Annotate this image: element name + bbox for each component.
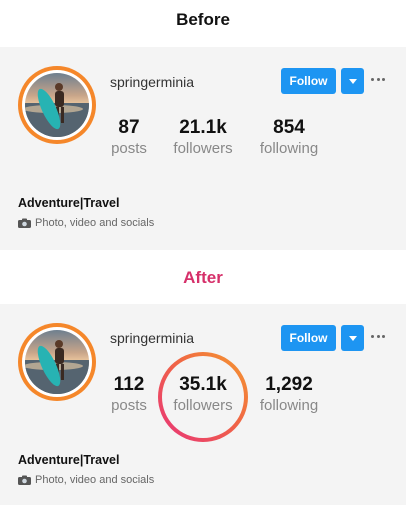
username[interactable]: springerminia <box>110 330 194 346</box>
avatar-photo <box>25 73 89 137</box>
stat-following[interactable]: 1,292 following <box>249 374 329 415</box>
stat-label: posts <box>111 140 147 157</box>
avatar[interactable] <box>18 66 96 144</box>
stat-followers[interactable]: 21.1k followers <box>163 117 243 158</box>
stat-label: followers <box>173 397 233 414</box>
stat-followers[interactable]: 35.1k followers <box>163 374 243 415</box>
chevron-down-icon <box>348 335 357 341</box>
bio-text: Photo, video and socials <box>35 474 155 486</box>
stat-label: following <box>259 140 319 157</box>
follow-button[interactable]: Follow <box>281 325 336 351</box>
stat-label: followers <box>173 140 233 157</box>
follow-options-button[interactable] <box>341 325 364 351</box>
bio-text: Photo, video and socials <box>35 217 155 229</box>
stat-value: 854 <box>273 117 305 138</box>
follow-options-button[interactable] <box>341 68 364 94</box>
bio-line: Photo, video and socials <box>18 473 154 487</box>
follow-button[interactable]: Follow <box>281 68 336 94</box>
username[interactable]: springerminia <box>110 74 194 90</box>
stat-value: 35.1k <box>179 374 227 395</box>
after-heading: After <box>183 268 223 287</box>
stat-label: following <box>259 397 319 414</box>
stat-value: 112 <box>113 374 145 395</box>
stat-value: 21.1k <box>179 117 227 138</box>
bio-name: Adventure|Travel <box>18 196 120 210</box>
bio-name: Adventure|Travel <box>18 453 120 467</box>
bio-line: Photo, video and socials <box>18 216 154 230</box>
camera-icon <box>18 475 31 485</box>
before-heading: Before <box>176 10 230 29</box>
chevron-down-icon <box>348 78 357 84</box>
stat-value: 87 <box>118 117 140 138</box>
more-options-icon[interactable] <box>371 333 385 339</box>
stat-posts[interactable]: 112 posts <box>89 374 169 415</box>
stat-label: posts <box>111 397 147 414</box>
avatar-photo <box>25 330 89 394</box>
stat-posts[interactable]: 87 posts <box>89 117 169 158</box>
stat-following[interactable]: 854 following <box>249 117 329 158</box>
stat-value: 1,292 <box>265 374 313 395</box>
more-options-icon[interactable] <box>371 76 385 82</box>
camera-icon <box>18 218 31 228</box>
avatar[interactable] <box>18 323 96 401</box>
